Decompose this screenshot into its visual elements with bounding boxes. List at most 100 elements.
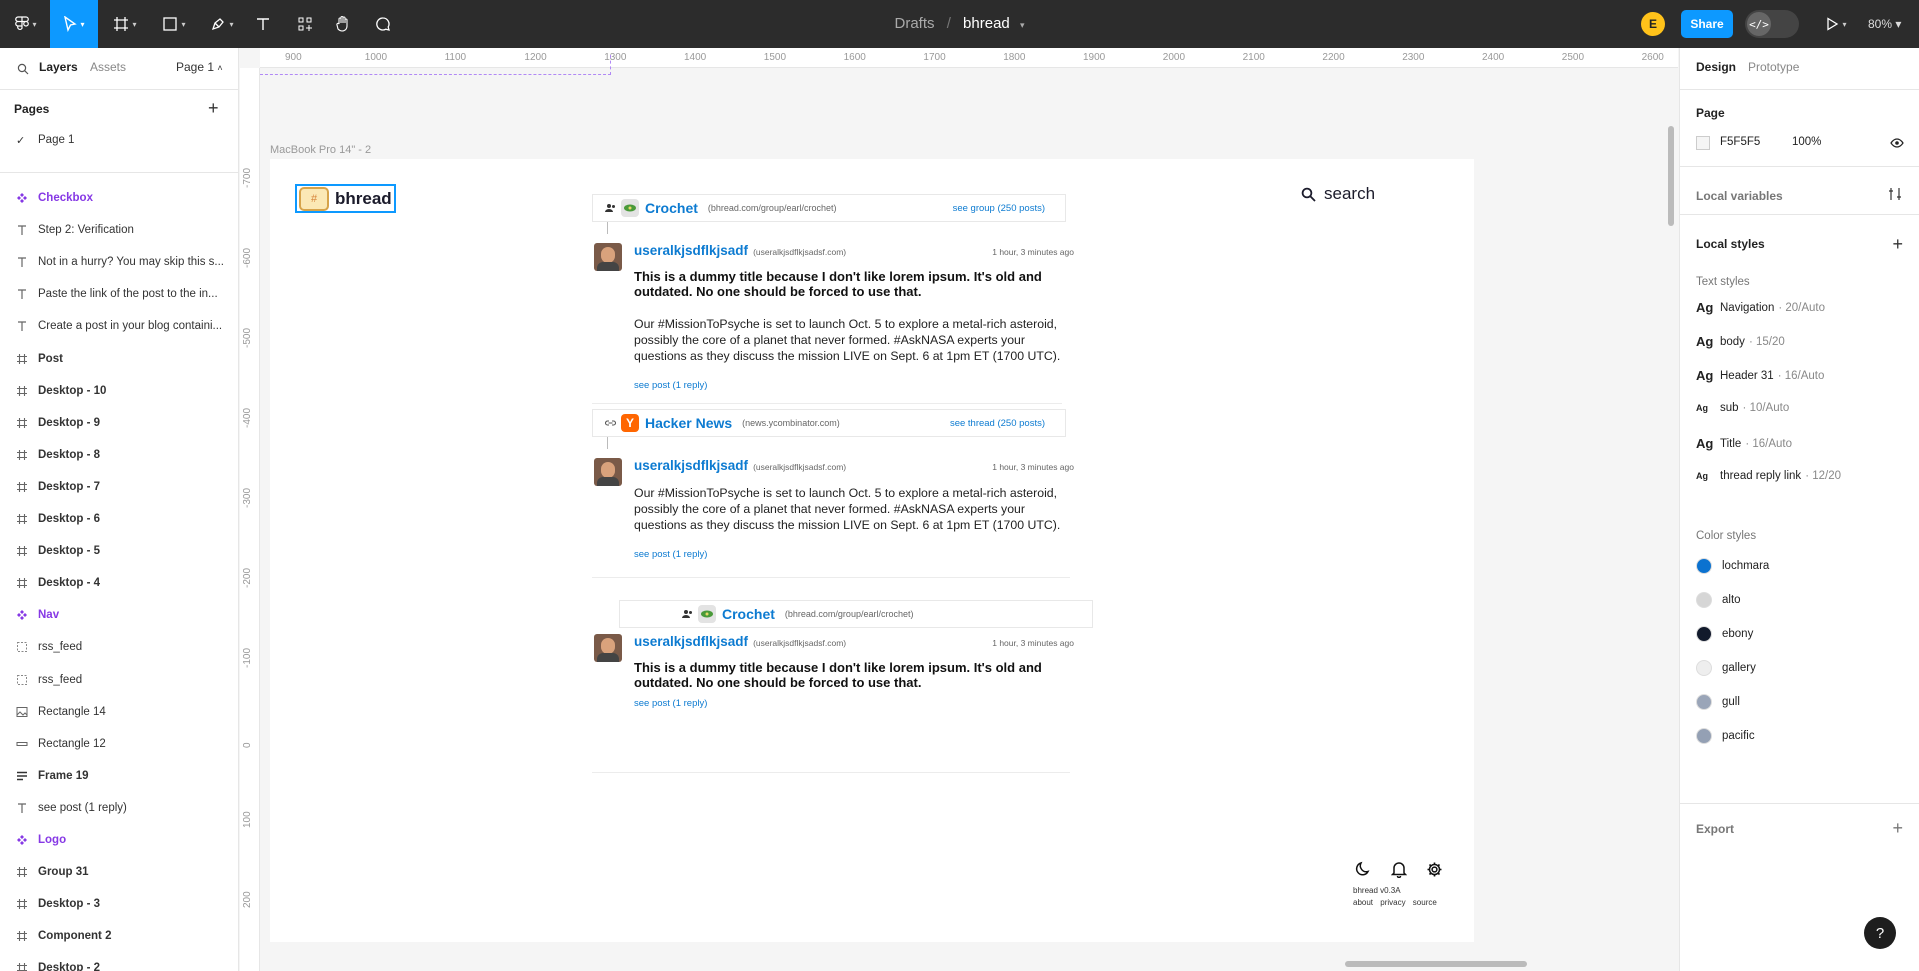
- layer-item[interactable]: Rectangle 12: [0, 728, 238, 760]
- frame-label[interactable]: MacBook Pro 14" - 2: [270, 144, 371, 156]
- hand-tool-button[interactable]: [330, 0, 356, 48]
- avatar[interactable]: [594, 634, 622, 662]
- layer-item[interactable]: Post: [0, 343, 238, 375]
- frame-tool-button[interactable]: ▾: [106, 0, 144, 48]
- variables-icon[interactable]: [1888, 187, 1902, 201]
- layer-item[interactable]: Desktop - 5: [0, 535, 238, 567]
- logo[interactable]: # bhread: [295, 184, 396, 213]
- avatar[interactable]: [594, 243, 622, 271]
- group-header-crochet[interactable]: Crochet (bhread.com/group/earl/crochet) …: [592, 194, 1066, 222]
- layer-item[interactable]: Step 2: Verification: [0, 214, 238, 246]
- layer-item[interactable]: Desktop - 2: [0, 952, 238, 971]
- see-post-link[interactable]: see post (1 reply): [634, 380, 707, 391]
- color-style-item[interactable]: gallery: [1696, 660, 1756, 676]
- present-button[interactable]: ▾: [1818, 0, 1854, 48]
- text-tool-button[interactable]: [250, 0, 276, 48]
- layer-item[interactable]: Logo: [0, 824, 238, 856]
- tab-prototype[interactable]: Prototype: [1748, 60, 1799, 74]
- add-page-icon[interactable]: +: [208, 98, 219, 119]
- move-tool-button[interactable]: ▾: [50, 0, 98, 48]
- theme-toggle-button[interactable]: [1352, 858, 1374, 880]
- page-opacity-value[interactable]: 100%: [1792, 136, 1821, 148]
- breadcrumb-project[interactable]: Drafts: [895, 15, 935, 32]
- vertical-scrollbar[interactable]: [1668, 126, 1674, 226]
- post-username[interactable]: useralkjsdflkjsadf (useralkjsdflkjsadsf.c…: [634, 634, 846, 649]
- layer-item[interactable]: see post (1 reply): [0, 792, 238, 824]
- comment-tool-button[interactable]: [370, 0, 396, 48]
- see-thread-link[interactable]: see thread (250 posts): [950, 418, 1045, 429]
- layer-item[interactable]: Paste the link of the post to the in...: [0, 278, 238, 310]
- resources-button[interactable]: [292, 0, 318, 48]
- layer-item[interactable]: rss_feed: [0, 631, 238, 663]
- text-style-item[interactable]: Ag Navigation · 20/Auto: [1696, 300, 1825, 315]
- layer-item[interactable]: Nav: [0, 599, 238, 631]
- notifications-button[interactable]: [1388, 858, 1410, 880]
- user-avatar[interactable]: E: [1641, 12, 1665, 36]
- color-style-item[interactable]: alto: [1696, 592, 1741, 608]
- page-color-swatch[interactable]: [1696, 136, 1710, 150]
- text-style-item[interactable]: Ag thread reply link · 12/20: [1696, 470, 1841, 482]
- text-style-item[interactable]: Ag sub · 10/Auto: [1696, 402, 1789, 414]
- layer-item[interactable]: Desktop - 10: [0, 375, 238, 407]
- page-selector[interactable]: Page 1 ˄: [176, 60, 223, 74]
- layer-item[interactable]: Desktop - 3: [0, 888, 238, 920]
- zoom-level[interactable]: 80% ▾: [1868, 17, 1901, 31]
- page-item-page-1[interactable]: ✓ Page 1: [0, 124, 238, 156]
- local-variables-title[interactable]: Local variables: [1696, 189, 1783, 203]
- color-style-item[interactable]: ebony: [1696, 626, 1753, 642]
- layer-item[interactable]: Group 31: [0, 856, 238, 888]
- layer-item[interactable]: Desktop - 9: [0, 407, 238, 439]
- dev-mode-toggle[interactable]: </>: [1745, 10, 1799, 38]
- text-style-item[interactable]: Ag Title · 16/Auto: [1696, 436, 1792, 451]
- group-header-hacker-news[interactable]: Y Hacker News (news.ycombinator.com) see…: [592, 409, 1066, 437]
- see-post-link[interactable]: see post (1 reply): [634, 698, 707, 709]
- group-header-crochet[interactable]: Crochet (bhread.com/group/earl/crochet): [619, 600, 1093, 628]
- see-post-link[interactable]: see post (1 reply): [634, 549, 707, 560]
- export-title[interactable]: Export: [1696, 822, 1734, 836]
- search-nav[interactable]: search: [1301, 184, 1375, 204]
- page-color-value[interactable]: F5F5F5: [1720, 136, 1760, 148]
- shape-tool-button[interactable]: ▾: [155, 0, 193, 48]
- add-style-icon[interactable]: +: [1892, 235, 1903, 253]
- layer-item[interactable]: Not in a hurry? You may skip this s...: [0, 246, 238, 278]
- search-icon[interactable]: [17, 63, 29, 75]
- layer-item[interactable]: Rectangle 14: [0, 696, 238, 728]
- group-name[interactable]: Crochet: [722, 606, 775, 622]
- tab-assets[interactable]: Assets: [90, 60, 126, 74]
- canvas[interactable]: 900 1000 1100 1200 1300 1400 1500 1600 1700 1800 1…: [240, 48, 1678, 971]
- layer-item[interactable]: Desktop - 4: [0, 567, 238, 599]
- text-style-item[interactable]: Ag body · 15/20: [1696, 334, 1785, 349]
- post-username[interactable]: useralkjsdflkjsadf (useralkjsdflkjsadsf.c…: [634, 458, 846, 473]
- layer-item[interactable]: rss_feed: [0, 664, 238, 696]
- eye-icon[interactable]: [1890, 138, 1904, 148]
- tab-design[interactable]: Design: [1696, 60, 1736, 74]
- color-style-item[interactable]: lochmara: [1696, 558, 1769, 574]
- tab-layers[interactable]: Layers: [39, 60, 78, 74]
- share-button[interactable]: Share: [1681, 10, 1733, 38]
- design-frame[interactable]: # bhread search Crochet (bhread.com/grou…: [270, 159, 1474, 942]
- layer-item[interactable]: Desktop - 8: [0, 439, 238, 471]
- pen-tool-button[interactable]: ▾: [203, 0, 241, 48]
- main-menu-button[interactable]: ▾: [8, 0, 44, 48]
- help-button[interactable]: ?: [1864, 917, 1896, 949]
- layer-item[interactable]: Component 2: [0, 920, 238, 952]
- text-style-item[interactable]: Ag Header 31 · 16/Auto: [1696, 368, 1824, 383]
- file-name[interactable]: bhread: [963, 15, 1010, 32]
- layer-item[interactable]: Desktop - 7: [0, 471, 238, 503]
- add-export-icon[interactable]: +: [1892, 819, 1903, 837]
- group-name[interactable]: Hacker News: [645, 415, 732, 431]
- group-name[interactable]: Crochet: [645, 200, 698, 216]
- layer-item[interactable]: Frame 19: [0, 760, 238, 792]
- layer-item[interactable]: Checkbox: [0, 182, 238, 214]
- horizontal-scrollbar[interactable]: [1345, 961, 1527, 967]
- footer-links[interactable]: about privacy source: [1353, 898, 1437, 907]
- chevron-down-icon[interactable]: ▾: [1020, 20, 1025, 30]
- layer-item[interactable]: Create a post in your blog containi...: [0, 310, 238, 342]
- post-username[interactable]: useralkjsdflkjsadf (useralkjsdflkjsadsf.c…: [634, 243, 846, 258]
- layer-item[interactable]: Desktop - 6: [0, 503, 238, 535]
- color-style-item[interactable]: pacific: [1696, 728, 1755, 744]
- avatar[interactable]: [594, 458, 622, 486]
- settings-button[interactable]: [1423, 858, 1445, 880]
- see-group-link[interactable]: see group (250 posts): [953, 203, 1045, 214]
- color-style-item[interactable]: gull: [1696, 694, 1740, 710]
